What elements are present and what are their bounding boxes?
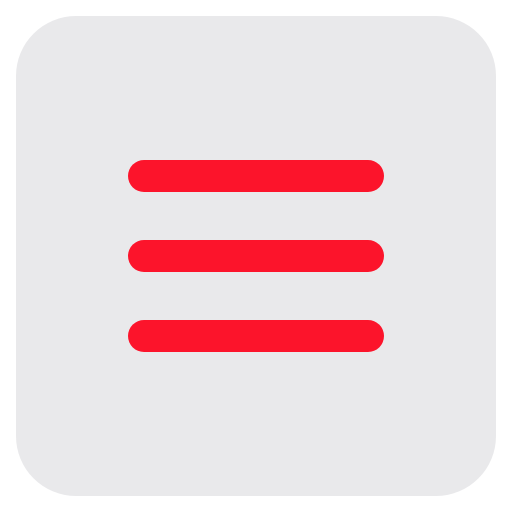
- icon-canvas: [0, 0, 512, 512]
- menu-bar-top: [128, 160, 384, 192]
- menu-button[interactable]: [16, 16, 496, 496]
- hamburger-menu-icon: [128, 160, 384, 352]
- menu-bar-bottom: [128, 320, 384, 352]
- menu-bar-middle: [128, 240, 384, 272]
